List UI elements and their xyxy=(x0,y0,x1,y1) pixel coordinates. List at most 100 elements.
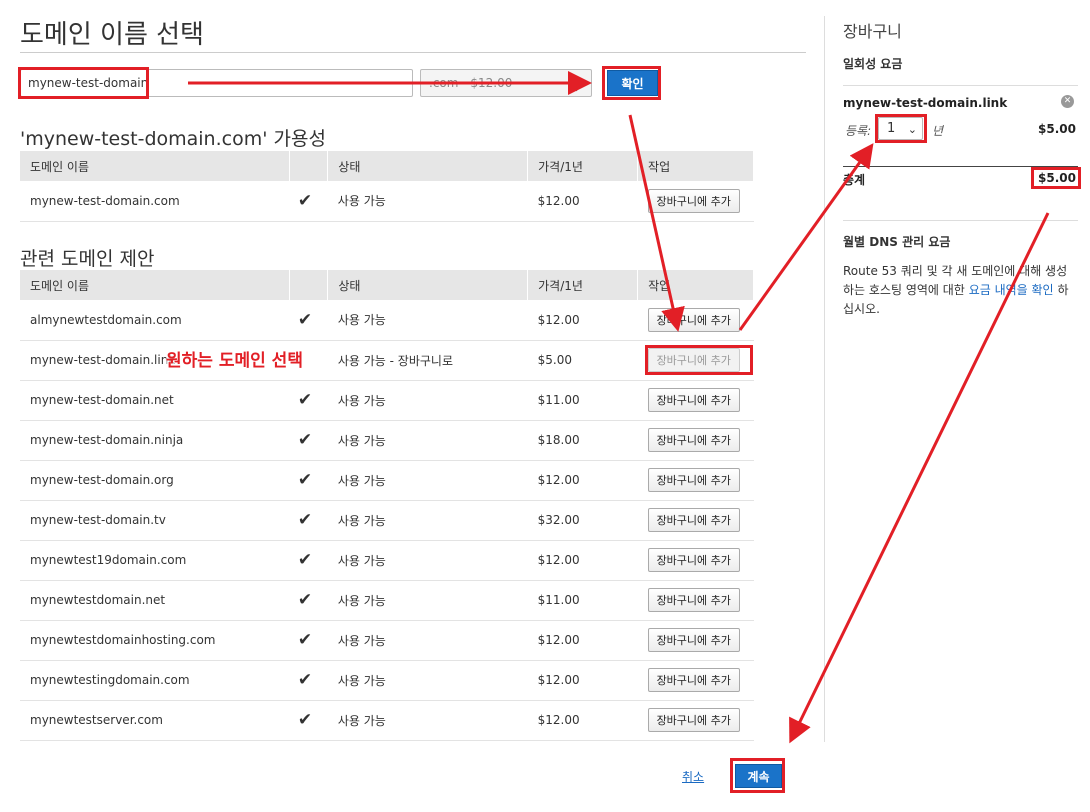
add-to-cart-button[interactable]: 장바구니에 추가 xyxy=(647,388,740,412)
availability-title: 'mynew-test-domain.com' 가용성 xyxy=(20,128,326,150)
check-icon: ✔ xyxy=(289,500,328,541)
cart-divider xyxy=(843,85,1078,86)
col-check xyxy=(289,151,329,181)
table-row: mynewtestserver.com ✔ 사용 가능 $12.00 장바구니에 추가 xyxy=(20,700,754,741)
domain-price: $18.00 xyxy=(527,420,638,461)
register-label: 등록: xyxy=(845,124,872,138)
domain-price: $32.00 xyxy=(527,500,638,541)
domain-price: $12.00 xyxy=(527,660,638,701)
add-to-cart-button[interactable]: 장바구니에 추가 xyxy=(647,307,740,332)
table-row: mynew-test-domain.tv ✔ 사용 가능 $32.00 장바구니에 추가 xyxy=(20,500,754,541)
register-years-select[interactable]: 1 ⌄ xyxy=(878,117,923,140)
chevron-down-icon: ▼ xyxy=(572,80,581,93)
domain-name: mynewtestdomain.net xyxy=(20,580,290,621)
table-header: 도메인 이름 상태 가격/1년 작업 xyxy=(20,151,754,181)
domain-price: $12.00 xyxy=(527,300,638,341)
panel-divider xyxy=(824,16,825,742)
check-icon: ✔ xyxy=(289,660,328,701)
check-icon: ✔ xyxy=(289,700,328,741)
availability-table: 도메인 이름 상태 가격/1년 작업 mynew-test-domain.com… xyxy=(20,151,754,222)
domain-price: $11.00 xyxy=(527,380,638,421)
suggestions-title: 관련 도메인 제안 xyxy=(20,248,155,270)
add-to-cart-button[interactable]: 장바구니에 추가 xyxy=(647,588,740,612)
title-divider xyxy=(20,52,806,53)
year-unit-label: 년 xyxy=(932,124,944,138)
domain-status: 사용 가능 - 장바구니로 xyxy=(327,340,528,381)
chevron-down-icon: ⌄ xyxy=(907,123,917,136)
domain-price: $12.00 xyxy=(527,460,638,501)
table-row: mynewtestingdomain.com ✔ 사용 가능 $12.00 장바구니에 … xyxy=(20,660,754,701)
check-icon: ✔ xyxy=(289,420,328,461)
check-icon: ✔ xyxy=(289,460,328,501)
domain-name: mynew-test-domain.net xyxy=(20,380,290,421)
domain-status: 사용 가능 xyxy=(327,380,528,421)
check-icon: ✔ xyxy=(289,181,328,222)
add-to-cart-button[interactable]: 장바구니에 추가 xyxy=(647,708,740,732)
cart-divider xyxy=(843,220,1078,221)
cart-title: 장바구니 xyxy=(843,22,902,41)
add-to-cart-button[interactable]: 장바구니에 추가 xyxy=(647,468,740,492)
domain-status: 사용 가능 xyxy=(327,540,528,581)
table-row: almynewtestdomain.com ✔ 사용 가능 $12.00 장바구니에 추… xyxy=(20,300,754,341)
domain-price: $12.00 xyxy=(527,181,638,222)
domain-name: mynewtestserver.com xyxy=(20,700,290,741)
domain-status: 사용 가능 xyxy=(327,460,528,501)
domain-price: $12.00 xyxy=(527,620,638,661)
check-icon: ✔ xyxy=(289,580,328,621)
tld-select[interactable]: .com - $12.00 ▼ xyxy=(420,69,592,97)
domain-status: 사용 가능 xyxy=(327,300,528,341)
add-to-cart-button[interactable]: 장바구니에 추가 xyxy=(647,508,740,532)
col-domain: 도메인 이름 xyxy=(20,270,291,300)
domain-price: $12.00 xyxy=(527,540,638,581)
dns-fee-title: 월별 DNS 관리 요금 xyxy=(843,235,951,249)
col-price: 가격/1년 xyxy=(527,151,639,181)
col-status: 상태 xyxy=(327,151,529,181)
table-header: 도메인 이름 상태 가격/1년 작업 xyxy=(20,270,754,300)
add-to-cart-button[interactable]: 장바구니에 추가 xyxy=(647,188,740,213)
domain-name: mynew-test-domain.tv xyxy=(20,500,290,541)
domain-status: 사용 가능 xyxy=(327,580,528,621)
table-row: mynew-test-domain.net ✔ 사용 가능 $11.00 장바구니에 추… xyxy=(20,380,754,421)
cart-item-price: $5.00 xyxy=(1038,122,1076,136)
onetime-fee-label: 일회성 요금 xyxy=(843,57,903,71)
domain-status: 사용 가능 xyxy=(327,700,528,741)
remove-icon[interactable]: ✕ xyxy=(1061,95,1074,108)
register-years-value: 1 xyxy=(887,121,896,136)
check-icon: ✔ xyxy=(289,540,328,581)
add-to-cart-button[interactable]: 장바구니에 추가 xyxy=(647,628,740,652)
tld-select-value: .com - $12.00 xyxy=(429,76,513,90)
table-row: mynew-test-domain.org ✔ 사용 가능 $12.00 장바구니에 추… xyxy=(20,460,754,501)
domain-name: mynew-test-domain.org xyxy=(20,460,290,501)
check-icon: ✔ xyxy=(289,620,328,661)
domain-status: 사용 가능 xyxy=(327,420,528,461)
pricing-link[interactable]: 요금 내역을 확인 xyxy=(969,283,1054,297)
domain-price: $5.00 xyxy=(527,340,638,381)
domain-name: mynewtestdomainhosting.com xyxy=(20,620,290,661)
table-row: mynew-test-domain.link 사용 가능 - 장바구니로 $5.00… xyxy=(20,340,754,381)
confirm-button[interactable]: 확인 xyxy=(607,70,658,96)
domain-status: 사용 가능 xyxy=(327,620,528,661)
add-to-cart-button[interactable]: 장바구니에 추가 xyxy=(647,548,740,572)
page-title: 도메인 이름 선택 xyxy=(20,20,204,50)
cancel-link[interactable]: 취소 xyxy=(682,768,704,785)
domain-status: 사용 가능 xyxy=(327,660,528,701)
domain-name: mynew-test-domain.ninja xyxy=(20,420,290,461)
continue-button[interactable]: 계속 xyxy=(735,764,782,788)
check-icon: ✔ xyxy=(289,380,328,421)
domain-search-input[interactable] xyxy=(20,69,413,97)
domain-name: mynewtestingdomain.com xyxy=(20,660,290,701)
col-action: 작업 xyxy=(637,151,754,181)
table-row: mynewtest19domain.com ✔ 사용 가능 $12.00 장바구니에 추… xyxy=(20,540,754,581)
add-to-cart-button[interactable]: 장바구니에 추가 xyxy=(647,668,740,692)
domain-name: mynew-test-domain.com xyxy=(20,181,290,222)
domain-status: 사용 가능 xyxy=(327,500,528,541)
table-row: mynewtestdomain.net ✔ 사용 가능 $11.00 장바구니에 추가 xyxy=(20,580,754,621)
add-to-cart-button[interactable]: 장바구니에 추가 xyxy=(647,348,740,372)
add-to-cart-button[interactable]: 장바구니에 추가 xyxy=(647,428,740,452)
suggestions-table: 도메인 이름 상태 가격/1년 작업 almynewtestdomain.com… xyxy=(20,270,754,741)
cart-item-domain: mynew-test-domain.link xyxy=(843,96,1008,110)
dns-fee-text: Route 53 쿼리 및 각 새 도메인에 대해 생성하는 호스팅 영역에 대… xyxy=(843,264,1069,316)
table-row: mynew-test-domain.com ✔ 사용 가능 $12.00 장바구니에 추… xyxy=(20,181,754,222)
col-check xyxy=(289,270,329,300)
total-label: 총계 xyxy=(843,173,866,187)
